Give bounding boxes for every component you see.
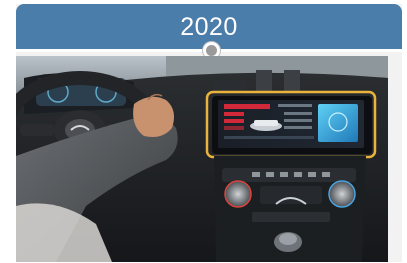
climate-knob-right [328,180,356,208]
driver-hand [133,96,174,137]
year-label: 2020 [180,12,238,41]
screen-info-tile [318,104,358,142]
climate-knob-left [224,180,252,208]
car-interior-photo [16,56,388,262]
